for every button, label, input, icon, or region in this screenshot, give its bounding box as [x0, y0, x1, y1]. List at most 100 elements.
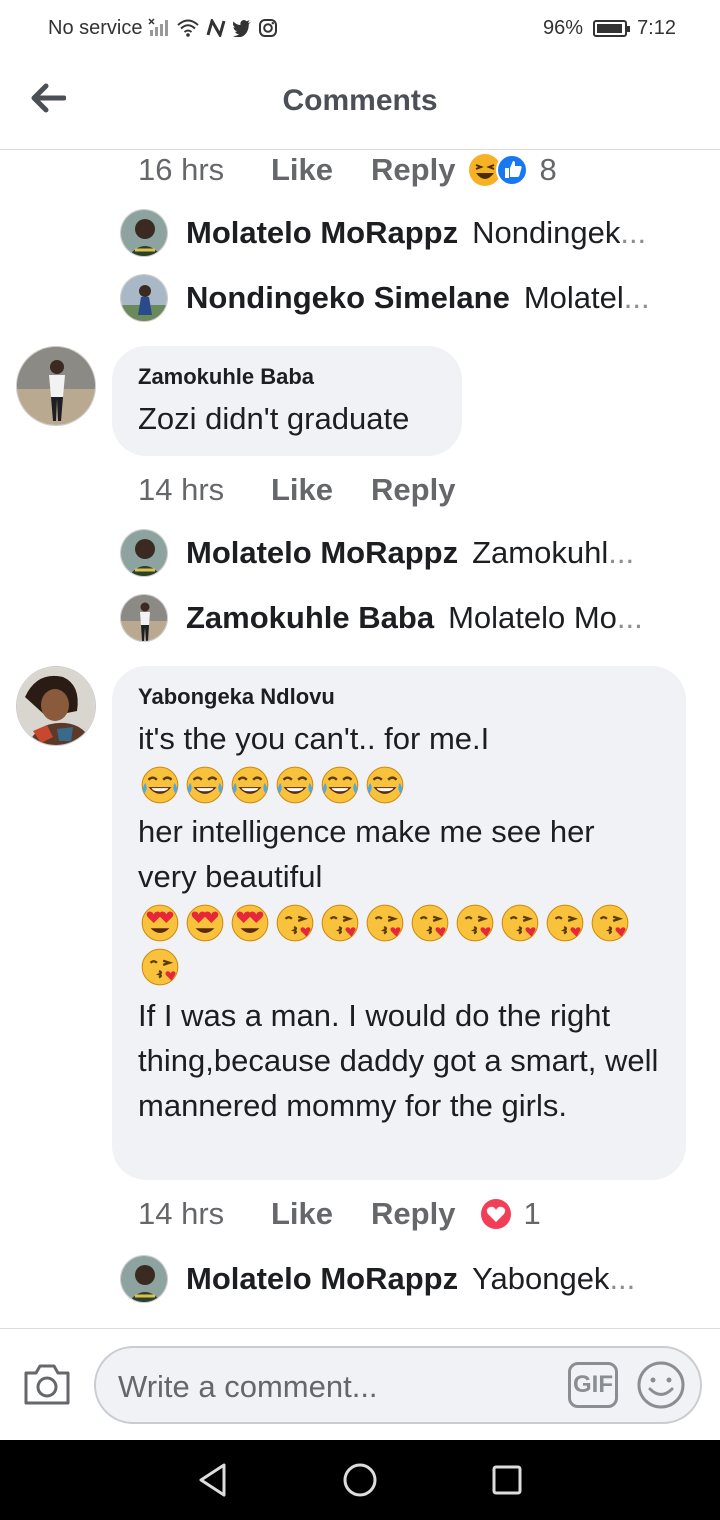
nav-recent-button[interactable]: [487, 1460, 527, 1500]
gif-button[interactable]: GIF: [568, 1362, 618, 1408]
status-bar: No service 96% 7:12: [0, 0, 720, 56]
carrier-label: No service: [48, 16, 143, 39]
reply-author[interactable]: Nondingeko Simelane: [186, 280, 510, 316]
face-blowing-kiss-emoji: [453, 901, 497, 945]
comment-time: 14 hrs: [138, 472, 225, 507]
like-button[interactable]: Like: [271, 152, 333, 188]
status-left: No service: [48, 17, 278, 40]
comment-meta-row: 16 hrs Like Reply 8: [138, 152, 557, 188]
avatar[interactable]: [16, 346, 96, 426]
comment-author[interactable]: Yabongeka Ndlovu: [138, 684, 660, 710]
reaction-count: 8: [539, 152, 557, 187]
tears-of-joy-emoji: [318, 763, 362, 807]
reply-author[interactable]: Molatelo MoRappz: [186, 215, 458, 251]
tears-of-joy-emoji: [273, 763, 317, 807]
tears-of-joy-emoji: [138, 763, 182, 807]
reply-button[interactable]: Reply: [371, 1196, 455, 1232]
camera-icon: [24, 1364, 70, 1405]
nav-home-button[interactable]: [340, 1460, 380, 1500]
tears-of-joy-emoji: [183, 763, 227, 807]
reply-preview-row[interactable]: Molatelo MoRappz Zamokuhl...: [120, 528, 680, 578]
comment-bubble[interactable]: Zamokuhle Baba Zozi didn't graduate: [112, 346, 462, 456]
comment-meta-row: 14 hrs Like Reply: [138, 472, 493, 508]
reply-snippet: Nondingek: [472, 215, 621, 250]
tears-of-joy-emoji: [363, 763, 407, 807]
reply-author[interactable]: Molatelo MoRappz: [186, 535, 458, 571]
heart-eyes-emoji: [183, 901, 227, 945]
love-reaction-icon: [481, 1199, 512, 1229]
emoji-row: [138, 901, 660, 989]
instagram-icon: [258, 18, 278, 38]
ellipsis: ...: [609, 1261, 636, 1296]
system-nav-bar: [0, 1440, 720, 1520]
face-blowing-kiss-emoji: [408, 901, 452, 945]
avatar[interactable]: [16, 666, 96, 746]
avatar[interactable]: [120, 529, 168, 577]
smiley-icon: [637, 1361, 685, 1409]
avatar[interactable]: [120, 1255, 168, 1303]
comments-feed[interactable]: 16 hrs Like Reply 8 Molatelo MoRappz Non…: [0, 150, 720, 1328]
reply-snippet: Zamokuhl: [472, 535, 609, 570]
face-blowing-kiss-emoji: [273, 901, 317, 945]
reply-preview-row[interactable]: Molatelo MoRappz Nondingek...: [120, 208, 680, 258]
reply-author[interactable]: Zamokuhle Baba: [186, 600, 434, 636]
comment-text-line: If I was a man. I would do the right thi…: [138, 998, 659, 1123]
tears-of-joy-emoji: [228, 763, 272, 807]
reply-author[interactable]: Molatelo MoRappz: [186, 1261, 458, 1297]
emoji-row: [138, 763, 660, 807]
like-reaction-icon: [496, 154, 529, 186]
app-header: Comments: [0, 56, 720, 150]
comment-time: 16 hrs: [138, 152, 225, 187]
ellipsis: ...: [608, 535, 635, 570]
comment-placeholder: Write a comment...: [118, 1369, 378, 1404]
reply-button[interactable]: Reply: [371, 472, 455, 508]
reply-preview-row[interactable]: Nondingeko Simelane Molatel...: [120, 273, 680, 323]
avatar[interactable]: [120, 274, 168, 322]
face-blowing-kiss-emoji: [588, 901, 632, 945]
emoji-button[interactable]: [636, 1360, 686, 1410]
battery-icon: [593, 19, 631, 37]
nav-back-button[interactable]: [193, 1460, 233, 1500]
like-button[interactable]: Like: [271, 472, 333, 508]
comment-meta-row: 14 hrs Like Reply 1: [138, 1196, 541, 1232]
reply-button[interactable]: Reply: [371, 152, 455, 188]
ellipsis: ...: [616, 600, 643, 635]
triangle-back-icon: [199, 1463, 226, 1497]
no-signal-icon: [148, 18, 170, 38]
comment-text-line: her intelligence make me see her very be…: [138, 814, 595, 894]
reactions-badge[interactable]: 1: [479, 1196, 541, 1232]
reaction-count: 1: [523, 1196, 541, 1231]
clock: 7:12: [637, 16, 676, 39]
avatar[interactable]: [120, 209, 168, 257]
avatar[interactable]: [120, 594, 168, 642]
comment-input[interactable]: Write a comment... GIF: [94, 1346, 702, 1424]
reply-snippet: Molatelo Mo: [448, 600, 617, 635]
page-title: Comments: [282, 84, 438, 117]
face-blowing-kiss-emoji: [138, 945, 182, 989]
comment-bubble[interactable]: Yabongeka Ndlovu it's the you can't.. fo…: [112, 666, 686, 1180]
face-blowing-kiss-emoji: [498, 901, 542, 945]
reply-snippet: Molatel: [523, 280, 624, 315]
heart-eyes-emoji: [138, 901, 182, 945]
ellipsis: ...: [623, 280, 650, 315]
status-right: 96% 7:12: [543, 17, 676, 40]
reply-preview-row[interactable]: Molatelo MoRappz Yabongek...: [120, 1254, 680, 1304]
reactions-badge[interactable]: 8: [467, 152, 557, 188]
like-button[interactable]: Like: [271, 1196, 333, 1232]
battery-percent: 96%: [543, 16, 584, 39]
comment-text: Zozi didn't graduate: [138, 401, 410, 436]
nfc-icon: [206, 19, 226, 37]
comment-author[interactable]: Zamokuhle Baba: [138, 364, 436, 390]
face-blowing-kiss-emoji: [363, 901, 407, 945]
reply-preview-row[interactable]: Zamokuhle Baba Molatelo Mo...: [120, 593, 680, 643]
face-blowing-kiss-emoji: [543, 901, 587, 945]
twitter-icon: [232, 19, 252, 37]
comment-composer: Write a comment... GIF: [0, 1328, 720, 1440]
ellipsis: ...: [620, 215, 647, 250]
battery-level: [597, 23, 623, 33]
heart-eyes-emoji: [228, 901, 272, 945]
reply-snippet: Yabongek: [472, 1261, 610, 1296]
comment-time: 14 hrs: [138, 1196, 225, 1231]
square-recent-icon: [492, 1465, 522, 1495]
camera-button[interactable]: [22, 1361, 72, 1409]
